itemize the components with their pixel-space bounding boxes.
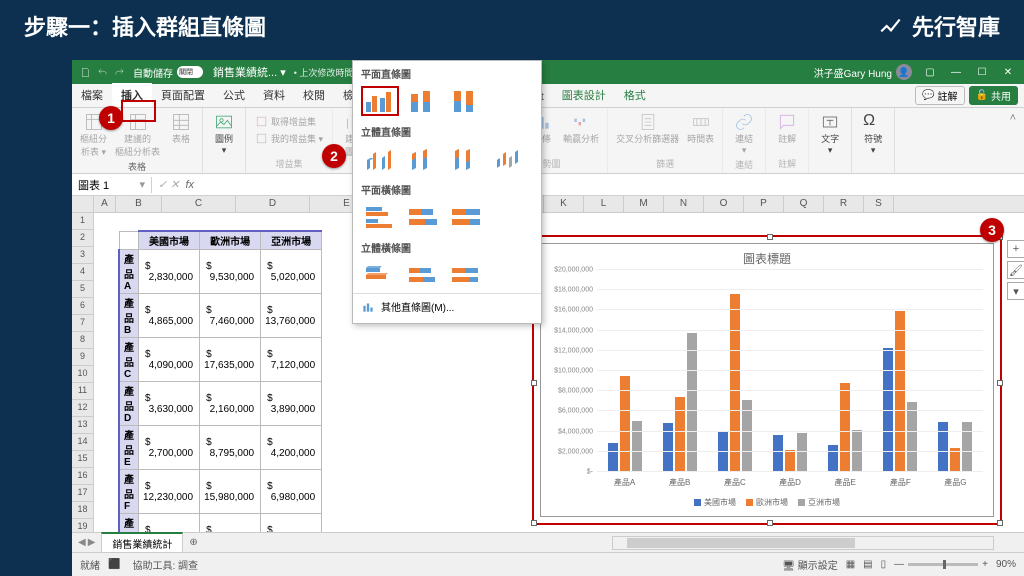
symbols-button[interactable]: Ω符號▾	[858, 110, 888, 158]
clustered-column-option[interactable]	[361, 86, 399, 116]
3d-stacked-column-option[interactable]	[404, 144, 442, 174]
share-button[interactable]: 🔓 共用	[969, 86, 1018, 105]
undo-icon[interactable]	[97, 67, 108, 78]
timeline-button[interactable]: 時間表	[685, 110, 716, 147]
quick-access-toolbar[interactable]	[72, 67, 125, 78]
horizontal-scrollbar[interactable]	[612, 536, 994, 550]
dd-section-3d-bar: 立體橫條圖	[353, 235, 541, 257]
clustered-bar-option[interactable]	[361, 202, 399, 232]
3d-clustered-bar-option[interactable]	[361, 260, 399, 290]
display-settings-button[interactable]: 🖥 顯示設定	[782, 557, 837, 572]
formula-bar: 圖表 1▾ ✓ ✕fx	[72, 174, 1024, 196]
more-column-charts-option[interactable]: 其他直條圖(M)...	[353, 293, 541, 319]
dd-section-2d-column: 平面直條圖	[353, 61, 541, 83]
status-ready: 就緒	[80, 557, 100, 572]
dd-section-3d-column: 立體直條圖	[353, 119, 541, 141]
comment-button[interactable]: 註解	[772, 110, 802, 147]
save-icon[interactable]	[80, 67, 91, 78]
ribbon-mode-icon[interactable]: ▢	[922, 64, 938, 80]
group-tables-label: 表格	[78, 160, 196, 174]
tab-review[interactable]: 校閱	[294, 83, 334, 107]
filename[interactable]: 銷售業績統... ▾	[213, 64, 286, 80]
3d-stacked-bar-option[interactable]	[404, 260, 442, 290]
autosave-toggle[interactable]: 自動儲存 關閉	[133, 65, 203, 80]
get-addins-button[interactable]: 取得增益集	[252, 114, 326, 129]
comments-button[interactable]: 💬 註解	[915, 86, 964, 105]
add-sheet-icon[interactable]: ⊕	[183, 537, 203, 548]
close-icon[interactable]: ✕	[1000, 64, 1016, 80]
link-button[interactable]: 連結▾	[729, 110, 759, 158]
chart-elements-icon[interactable]: +	[1007, 240, 1024, 258]
avatar-icon: 👤	[896, 64, 912, 80]
status-bar: 就緒 ⬛ 協助工具: 調查 🖥 顯示設定 ▦ ▤ ▯ — + 90%	[72, 552, 1024, 576]
3d-column-option[interactable]	[490, 144, 528, 174]
marker-3: 3	[980, 218, 1004, 242]
tab-chartdesign[interactable]: 圖表設計	[553, 83, 615, 107]
sheet-tab-active[interactable]: 銷售業績統計	[101, 532, 183, 553]
chart-object[interactable]: 圖表標題 $-$2,000,000$4,000,000$6,000,000$8,…	[532, 235, 1002, 525]
illustrations-button[interactable]: 圖例▾	[209, 110, 239, 158]
tab-pagelayout[interactable]: 頁面配置	[152, 83, 214, 107]
chart-filter-icon[interactable]: ▾	[1007, 282, 1024, 300]
accessibility-status[interactable]: 協助工具: 調查	[132, 557, 198, 572]
tab-file[interactable]: 檔案	[72, 83, 112, 107]
view-pagebreak-icon[interactable]: ▯	[881, 559, 887, 570]
stacked-bar-option[interactable]	[404, 202, 442, 232]
stacked100-column-option[interactable]	[447, 86, 485, 116]
tab-formulas[interactable]: 公式	[214, 83, 254, 107]
excel-window: 自動儲存 關閉 銷售業績統... ▾ • 上次修改時間: 剛剛 ▾ 搜尋 (Al…	[72, 60, 1024, 576]
minimize-icon[interactable]: —	[948, 64, 964, 80]
ribbon: 樞紐分析表 ▾ 建議的樞紐分析表 表格 表格 圖例▾ 取得增益集 我的增益集 ▾…	[72, 108, 1024, 174]
data-table[interactable]: 美國市場歐洲市場亞洲市場產品A2,830,0009,530,0005,020,0…	[118, 230, 322, 552]
column-chart-dropdown[interactable]: 平面直條圖 立體直條圖 平面橫條圖 立體橫條圖 其他直條圖(M)...	[352, 60, 542, 324]
ribbon-tabs: 檔案 插入 頁面配置 公式 資料 校閱 檢視 開發人員 說明 Power Piv…	[72, 84, 1024, 108]
sheet-nav-next-icon[interactable]: ▶	[88, 537, 96, 548]
chart-styles-icon[interactable]: 🖌	[1007, 261, 1024, 279]
titlebar: 自動儲存 關閉 銷售業績統... ▾ • 上次修改時間: 剛剛 ▾ 搜尋 (Al…	[72, 60, 1024, 84]
marker-1: 1	[99, 106, 123, 130]
my-addins-button[interactable]: 我的增益集 ▾	[252, 131, 326, 146]
stacked-column-option[interactable]	[404, 86, 442, 116]
text-button[interactable]: 文字▾	[815, 110, 845, 158]
table-button[interactable]: 表格	[166, 110, 196, 147]
collapse-ribbon-icon[interactable]: ˄	[1002, 108, 1024, 173]
redo-icon[interactable]	[114, 67, 125, 78]
page-title: 步驟一：插入群組直條圖	[24, 10, 266, 42]
chart-side-tools: + 🖌 ▾	[1007, 240, 1024, 303]
tab-insert[interactable]: 插入	[112, 83, 152, 107]
sparkline-winloss-button[interactable]: 輸贏分析	[561, 110, 601, 147]
dd-section-2d-bar: 平面橫條圖	[353, 177, 541, 199]
3d-clustered-column-option[interactable]	[361, 144, 399, 174]
name-box[interactable]: 圖表 1▾	[72, 177, 152, 193]
marker-2: 2	[322, 144, 346, 168]
slicer-button[interactable]: 交叉分析篩選器	[614, 110, 681, 147]
3d-stacked100-bar-option[interactable]	[447, 260, 485, 290]
tab-format[interactable]: 格式	[615, 83, 655, 107]
tab-data[interactable]: 資料	[254, 83, 294, 107]
3d-stacked100-column-option[interactable]	[447, 144, 485, 174]
zoom-level[interactable]: 90%	[996, 559, 1016, 570]
view-normal-icon[interactable]: ▦	[846, 559, 855, 570]
view-pagelayout-icon[interactable]: ▤	[863, 559, 872, 570]
brand: 先行智庫	[878, 10, 1000, 42]
zoom-slider[interactable]: — +	[894, 559, 988, 570]
stacked100-bar-option[interactable]	[447, 202, 485, 232]
fx-icon[interactable]: fx	[186, 179, 195, 191]
sheet-nav-prev-icon[interactable]: ◀	[78, 537, 86, 548]
account-button[interactable]: 洪子盛Gary Hung 👤	[814, 64, 912, 80]
maximize-icon[interactable]: ☐	[974, 64, 990, 80]
